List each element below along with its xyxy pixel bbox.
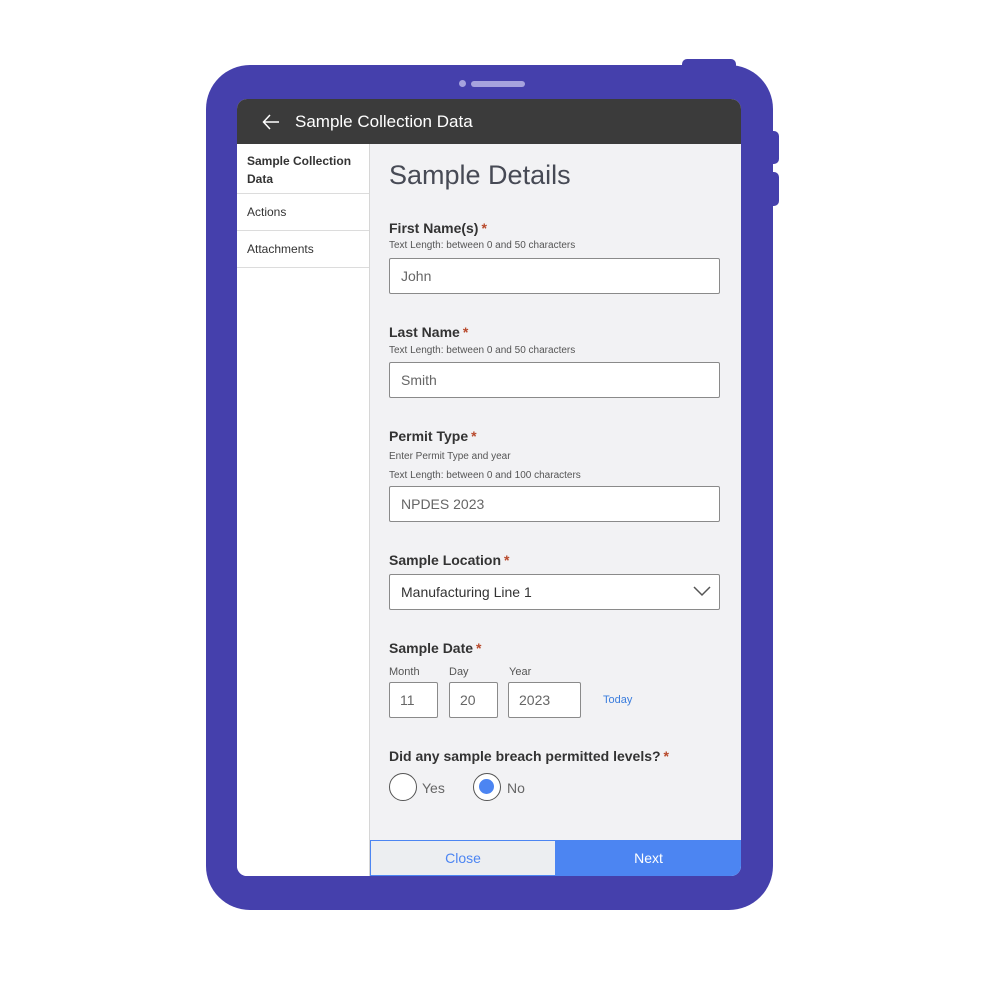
year-input[interactable] <box>508 682 581 718</box>
required-marker: * <box>481 220 487 236</box>
month-input[interactable] <box>389 682 438 718</box>
next-button[interactable]: Next <box>556 840 741 876</box>
first-name-hint: Text Length: between 0 and 50 characters <box>389 240 576 251</box>
breach-yes-radio[interactable] <box>389 773 417 801</box>
back-button[interactable] <box>260 111 282 133</box>
today-link[interactable]: Today <box>603 694 632 706</box>
sidebar-item-actions[interactable]: Actions <box>237 194 369 231</box>
page-title: Sample Details <box>389 160 571 190</box>
camera-icon <box>459 80 466 87</box>
day-label: Day <box>449 666 469 678</box>
month-label: Month <box>389 666 420 678</box>
permit-type-length-hint: Text Length: between 0 and 100 character… <box>389 470 581 481</box>
close-button[interactable]: Close <box>370 840 556 876</box>
tablet-volume-up-button <box>768 131 779 164</box>
tablet-volume-down-button <box>768 172 779 206</box>
sidebar-item-attachments[interactable]: Attachments <box>237 231 369 268</box>
permit-type-label: Permit Type * <box>389 428 477 444</box>
breach-yes-label[interactable]: Yes <box>422 780 445 796</box>
form-panel: Sample Details First Name(s) * Text Lengt… <box>370 144 741 840</box>
speaker-grille <box>471 81 525 87</box>
permit-type-hint: Enter Permit Type and year <box>389 451 511 462</box>
header-title: Sample Collection Data <box>295 111 473 131</box>
day-input[interactable] <box>449 682 498 718</box>
sidebar-item-sample-collection-data[interactable]: Sample Collection Data <box>237 144 369 194</box>
sample-location-select[interactable]: Manufacturing Line 1 <box>389 574 720 610</box>
tablet-power-button <box>682 59 736 73</box>
required-marker: * <box>663 748 669 764</box>
required-marker: * <box>476 640 482 656</box>
last-name-hint: Text Length: between 0 and 50 characters <box>389 345 576 356</box>
breach-no-radio[interactable] <box>473 773 501 801</box>
breach-question-label: Did any sample breach permitted levels? * <box>389 748 669 764</box>
first-name-input[interactable] <box>389 258 720 294</box>
required-marker: * <box>471 428 477 444</box>
year-label: Year <box>509 666 532 678</box>
sample-location-label: Sample Location * <box>389 552 510 568</box>
sidebar: Sample Collection Data Actions Attachmen… <box>237 144 370 876</box>
last-name-label: Last Name * <box>389 324 469 340</box>
chevron-down-icon <box>693 586 711 597</box>
required-marker: * <box>462 324 469 340</box>
sample-location-value: Manufacturing Line 1 <box>401 584 532 600</box>
breach-no-label[interactable]: No <box>507 780 525 796</box>
app-screen: Sample Collection Data Sample Collection… <box>237 99 741 876</box>
app-header: Sample Collection Data <box>237 99 741 144</box>
permit-type-input[interactable] <box>389 486 720 522</box>
first-name-label: First Name(s) * <box>389 220 487 236</box>
sample-date-label: Sample Date * <box>389 640 482 656</box>
arrow-left-icon <box>262 113 279 130</box>
required-marker: * <box>504 552 510 568</box>
last-name-input[interactable] <box>389 362 720 398</box>
